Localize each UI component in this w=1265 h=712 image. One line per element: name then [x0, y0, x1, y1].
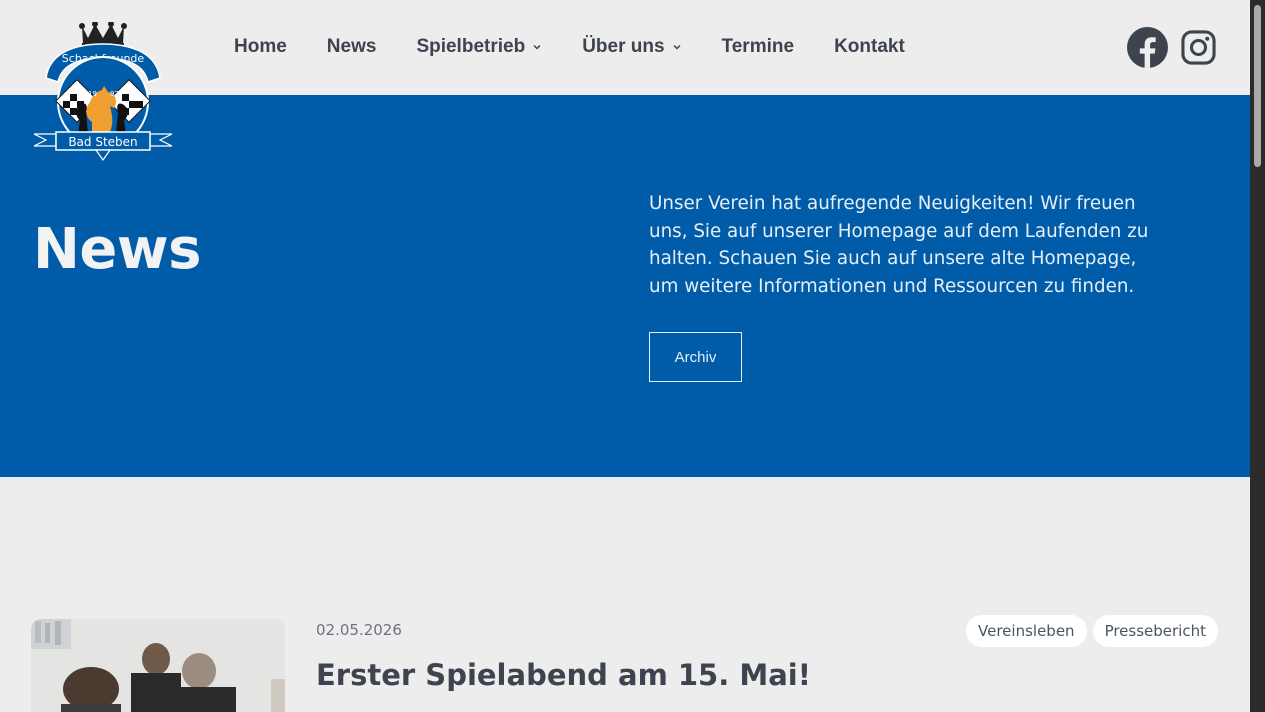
- scrollbar-thumb[interactable]: [1254, 5, 1261, 167]
- nav-kontakt[interactable]: Kontakt: [834, 36, 905, 58]
- post-date: 02.05.2026: [316, 621, 402, 639]
- tag-vereinsleben[interactable]: Vereinsleben: [966, 615, 1087, 647]
- club-logo[interactable]: Schachfreunde 19 92 Bad Steben: [30, 22, 176, 168]
- scrollbar[interactable]: [1250, 0, 1265, 712]
- archiv-button[interactable]: Archiv: [649, 332, 742, 382]
- logo-bottom-text: Bad Steben: [68, 135, 137, 149]
- logo-year-right: 92: [110, 90, 119, 98]
- chevron-down-icon: [673, 44, 681, 50]
- nav-kontakt-label: Kontakt: [834, 36, 905, 57]
- nav-news[interactable]: News: [327, 36, 377, 58]
- nav-termine[interactable]: Termine: [722, 36, 795, 58]
- hero-section: News Unser Verein hat aufregende Neuigke…: [0, 95, 1250, 477]
- post-photo: [31, 619, 285, 712]
- nav-news-label: News: [326, 36, 377, 57]
- tag-pressebericht[interactable]: Pressebericht: [1092, 615, 1218, 647]
- chevron-down-icon: [533, 44, 541, 50]
- nav-home-label: Home: [234, 36, 287, 57]
- nav-termine-label: Termine: [721, 36, 795, 57]
- page-title: News: [33, 217, 201, 282]
- logo-year-left: 19: [88, 90, 97, 98]
- instagram-icon[interactable]: [1181, 30, 1216, 65]
- nav-ueber-uns-label: Über uns: [582, 36, 665, 57]
- nav-ueber-uns[interactable]: Über uns: [582, 36, 681, 58]
- hero-description: Unser Verein hat aufregende Neuigkeiten!…: [649, 193, 1149, 298]
- main-nav: Home News Spielbetrieb Über uns Termine …: [234, 36, 945, 58]
- facebook-icon[interactable]: [1127, 27, 1168, 68]
- site-header: Home News Spielbetrieb Über uns Termine …: [0, 0, 1250, 95]
- post-thumbnail[interactable]: [31, 619, 285, 712]
- nav-home[interactable]: Home: [234, 36, 287, 58]
- post-title[interactable]: Erster Spielabend am 15. Mai!: [316, 658, 811, 692]
- post-tags: Vereinsleben Pressebericht: [966, 615, 1218, 647]
- nav-spielbetrieb-label: Spielbetrieb: [416, 36, 526, 57]
- nav-spielbetrieb[interactable]: Spielbetrieb: [416, 36, 542, 58]
